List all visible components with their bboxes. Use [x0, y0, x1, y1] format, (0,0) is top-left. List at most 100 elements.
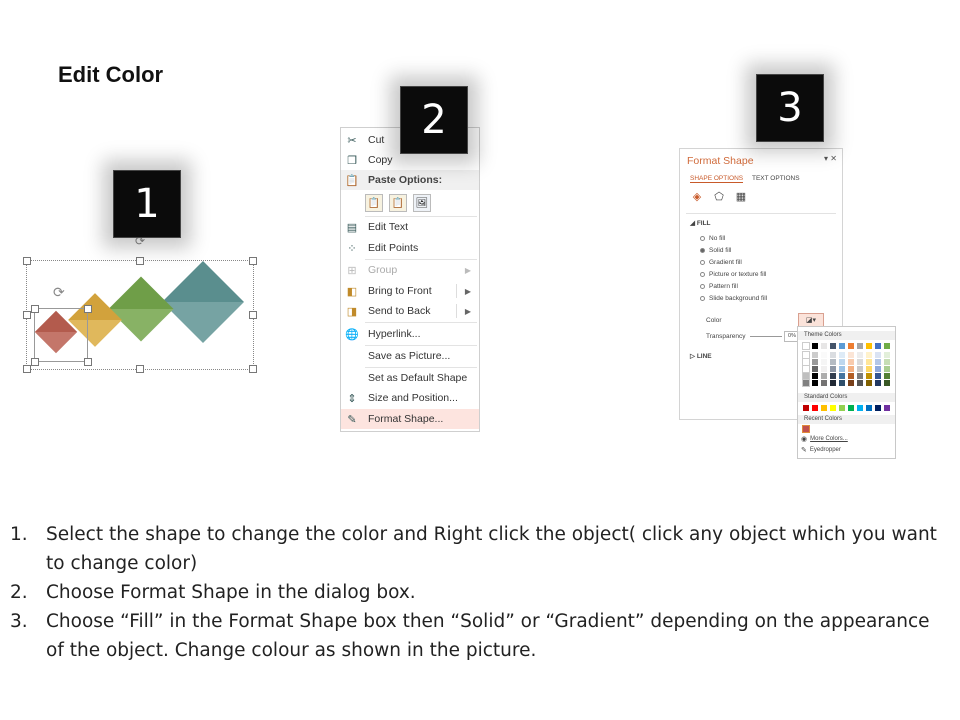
fill-line-icon[interactable]: ◈ — [690, 189, 704, 203]
theme-color-swatch[interactable] — [802, 372, 810, 380]
theme-color-swatch[interactable] — [848, 359, 854, 365]
standard-color-swatch[interactable] — [848, 405, 854, 411]
theme-color-swatch[interactable] — [866, 380, 872, 386]
theme-color-swatch[interactable] — [802, 365, 810, 373]
standard-color-swatch[interactable] — [875, 405, 881, 411]
theme-color-swatch[interactable] — [848, 343, 854, 349]
standard-color-swatch[interactable] — [839, 405, 845, 411]
eyedropper-item[interactable]: ✎ Eyedropper — [801, 446, 841, 454]
resize-handle[interactable] — [31, 358, 39, 366]
more-colors-item[interactable]: ◉ More Colors... — [801, 435, 848, 443]
resize-handle[interactable] — [23, 365, 31, 373]
standard-color-swatch[interactable] — [857, 405, 863, 411]
standard-color-swatch[interactable] — [866, 405, 872, 411]
theme-color-swatch[interactable] — [830, 352, 836, 358]
pane-controls[interactable]: ▾ ✕ — [824, 154, 837, 163]
resize-handle[interactable] — [84, 305, 92, 313]
theme-color-swatch[interactable] — [857, 352, 863, 358]
menu-item-set-default-shape[interactable]: Set as Default Shape — [341, 368, 479, 388]
menu-item-bring-to-front[interactable]: ◧ Bring to Front ▶ — [341, 281, 479, 301]
theme-color-swatch[interactable] — [802, 342, 810, 350]
theme-color-swatch[interactable] — [866, 343, 872, 349]
theme-color-swatch[interactable] — [802, 358, 810, 366]
theme-color-swatch[interactable] — [848, 352, 854, 358]
theme-color-swatch[interactable] — [857, 359, 863, 365]
theme-color-swatch[interactable] — [839, 343, 845, 349]
theme-color-swatch[interactable] — [884, 366, 890, 372]
theme-color-swatch[interactable] — [884, 359, 890, 365]
theme-color-swatch[interactable] — [884, 352, 890, 358]
theme-color-swatch[interactable] — [830, 380, 836, 386]
radio-button[interactable] — [700, 272, 705, 277]
theme-color-swatch[interactable] — [884, 373, 890, 379]
theme-color-swatch[interactable] — [812, 366, 818, 372]
color-picker-button[interactable]: ◪▾ — [798, 313, 824, 327]
fill-section-header[interactable]: ◢ FILL — [690, 219, 711, 227]
theme-color-swatch[interactable] — [830, 359, 836, 365]
standard-color-swatch[interactable] — [803, 405, 809, 411]
theme-color-swatch[interactable] — [875, 366, 881, 372]
theme-color-swatch[interactable] — [884, 343, 890, 349]
theme-color-swatch[interactable] — [839, 352, 845, 358]
theme-color-swatch[interactable] — [821, 373, 827, 379]
theme-color-swatch[interactable] — [857, 373, 863, 379]
radio-no-fill[interactable]: No fill — [700, 235, 725, 242]
resize-handle[interactable] — [136, 257, 144, 265]
theme-color-swatch[interactable] — [848, 366, 854, 372]
tab-shape-options[interactable]: SHAPE OPTIONS — [690, 175, 744, 183]
menu-item-save-as-picture[interactable]: Save as Picture... — [341, 346, 479, 366]
theme-color-swatch[interactable] — [802, 351, 810, 359]
theme-color-swatch[interactable] — [875, 373, 881, 379]
theme-color-swatch[interactable] — [830, 366, 836, 372]
radio-button[interactable] — [700, 236, 705, 241]
standard-color-swatch[interactable] — [830, 405, 836, 411]
resize-handle[interactable] — [136, 365, 144, 373]
radio-gradient-fill[interactable]: Gradient fill — [700, 259, 742, 266]
transparency-slider[interactable] — [750, 336, 782, 337]
shape-selection-area[interactable]: ⟳ ⟳ — [18, 230, 268, 380]
menu-item-hyperlink[interactable]: 🌐 Hyperlink... — [341, 324, 479, 344]
resize-handle[interactable] — [249, 257, 257, 265]
recent-color-swatch[interactable] — [802, 425, 810, 433]
rotate-handle-icon[interactable]: ⟳ — [53, 284, 65, 301]
size-properties-icon[interactable]: ▦ — [734, 189, 748, 203]
paste-picture-icon[interactable]: 🖼 — [413, 194, 431, 212]
resize-handle[interactable] — [249, 311, 257, 319]
theme-color-swatch[interactable] — [821, 380, 827, 386]
resize-handle[interactable] — [23, 311, 31, 319]
theme-color-swatch[interactable] — [802, 379, 810, 387]
submenu-arrow-icon[interactable]: ▶ — [465, 307, 471, 316]
theme-color-swatch[interactable] — [848, 380, 854, 386]
menu-item-format-shape[interactable]: ✎ Format Shape... — [341, 409, 479, 429]
resize-handle[interactable] — [84, 358, 92, 366]
theme-color-swatch[interactable] — [857, 380, 863, 386]
menu-item-edit-points[interactable]: ⁘ Edit Points — [341, 238, 479, 258]
menu-item-edit-text[interactable]: ▤ Edit Text — [341, 217, 479, 237]
theme-color-swatch[interactable] — [839, 359, 845, 365]
submenu-arrow-icon[interactable]: ▶ — [465, 287, 471, 296]
theme-color-swatch[interactable] — [821, 343, 827, 349]
theme-color-swatch[interactable] — [884, 380, 890, 386]
theme-color-swatch[interactable] — [821, 352, 827, 358]
radio-button[interactable] — [700, 248, 705, 253]
theme-color-swatch[interactable] — [875, 343, 881, 349]
radio-button[interactable] — [700, 296, 705, 301]
radio-solid-fill[interactable]: Solid fill — [700, 247, 731, 254]
theme-color-swatch[interactable] — [857, 343, 863, 349]
theme-color-swatch[interactable] — [875, 380, 881, 386]
theme-color-swatch[interactable] — [812, 359, 818, 365]
menu-item-size-and-position[interactable]: ⇕ Size and Position... — [341, 388, 479, 408]
theme-color-swatch[interactable] — [839, 373, 845, 379]
paste-use-destination-icon[interactable]: 📋 — [389, 194, 407, 212]
theme-color-swatch[interactable] — [821, 359, 827, 365]
standard-color-swatch[interactable] — [884, 405, 890, 411]
theme-color-swatch[interactable] — [857, 366, 863, 372]
radio-pattern-fill[interactable]: Pattern fill — [700, 283, 738, 290]
radio-slide-background-fill[interactable]: Slide background fill — [700, 295, 767, 302]
theme-color-swatch[interactable] — [839, 380, 845, 386]
tab-text-options[interactable]: TEXT OPTIONS — [752, 175, 800, 182]
theme-color-swatch[interactable] — [866, 359, 872, 365]
standard-color-swatch[interactable] — [821, 405, 827, 411]
theme-color-swatch[interactable] — [812, 343, 818, 349]
theme-color-swatch[interactable] — [875, 352, 881, 358]
